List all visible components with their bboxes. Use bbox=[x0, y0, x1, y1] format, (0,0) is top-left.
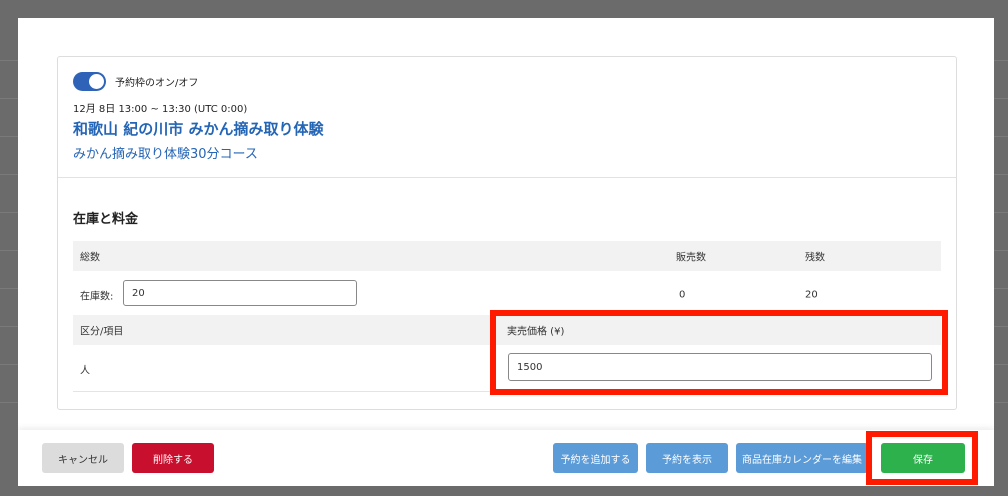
remaining-value: 20 bbox=[805, 289, 818, 301]
save-highlight-box bbox=[866, 431, 978, 485]
inventory-row: 在庫数: 20 0 20 bbox=[73, 275, 941, 315]
toggle-knob bbox=[89, 74, 104, 89]
total-header: 総数 bbox=[80, 252, 100, 264]
sold-header: 販売数 bbox=[676, 252, 706, 264]
divider bbox=[58, 177, 956, 178]
slot-edit-modal: 予約枠のオン/オフ 12月 8日 13:00 ~ 13:30 (UTC 0:00… bbox=[18, 18, 994, 486]
slot-time: 12月 8日 13:00 ~ 13:30 (UTC 0:00) bbox=[73, 104, 248, 115]
tour-title[interactable]: 和歌山 紀の川市 みかん摘み取り体験 bbox=[73, 118, 323, 139]
stock-label: 在庫数: bbox=[80, 291, 114, 303]
add-booking-button[interactable]: 予約を追加する bbox=[553, 443, 638, 473]
stock-input[interactable]: 20 bbox=[123, 280, 357, 306]
availability-toggle[interactable] bbox=[73, 72, 106, 91]
view-booking-button[interactable]: 予約を表示 bbox=[646, 443, 728, 473]
cancel-button[interactable]: キャンセル bbox=[42, 443, 124, 473]
modal-footer: キャンセル 削除する 予約を追加する 予約を表示 商品在庫カレンダーを編集 保存 bbox=[18, 430, 994, 486]
delete-button[interactable]: 削除する bbox=[132, 443, 214, 473]
inventory-header-row: 総数 販売数 残数 bbox=[73, 241, 941, 271]
availability-toggle-label: 予約枠のオン/オフ bbox=[115, 78, 199, 89]
course-name[interactable]: みかん摘み取り体験30分コース bbox=[73, 143, 258, 162]
inventory-section-title: 在庫と料金 bbox=[73, 212, 139, 227]
category-value: 人 bbox=[80, 365, 90, 377]
stock-input-value: 20 bbox=[132, 287, 145, 299]
remaining-header: 残数 bbox=[805, 252, 825, 264]
category-header: 区分/項目 bbox=[80, 326, 124, 338]
availability-toggle-row: 予約枠のオン/オフ bbox=[73, 72, 198, 91]
price-highlight-box bbox=[490, 310, 948, 395]
sold-value: 0 bbox=[679, 289, 686, 301]
edit-calendar-button[interactable]: 商品在庫カレンダーを編集 bbox=[736, 443, 868, 473]
